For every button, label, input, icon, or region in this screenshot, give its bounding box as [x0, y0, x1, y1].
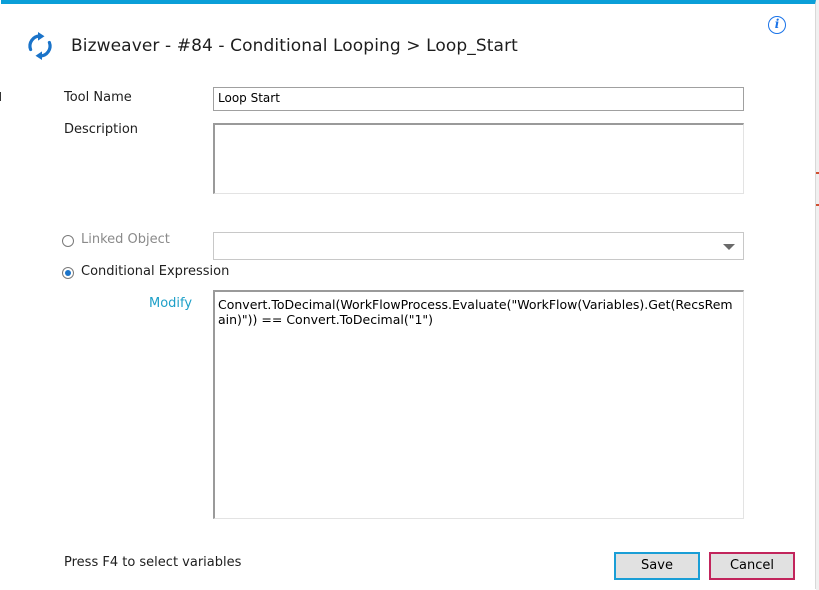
conditional-expression-label: Conditional Expression	[81, 264, 230, 279]
tool-name-label: Tool Name	[64, 90, 132, 105]
modify-link[interactable]: Modify	[149, 296, 192, 311]
info-icon[interactable]: i	[768, 16, 786, 34]
cancel-button[interactable]: Cancel	[709, 552, 795, 580]
expression-textarea[interactable]: Convert.ToDecimal(WorkFlowProcess.Evalua…	[213, 290, 744, 519]
description-textarea[interactable]	[213, 123, 744, 194]
tool-name-input[interactable]: Loop Start	[213, 87, 744, 111]
linked-object-label: Linked Object	[81, 232, 170, 247]
description-label: Description	[64, 122, 139, 137]
linked-object-dropdown[interactable]	[213, 232, 744, 260]
save-button[interactable]: Save	[614, 552, 700, 580]
dialog-title: Bizweaver - #84 - Conditional Looping > …	[71, 36, 518, 56]
chevron-down-icon	[723, 244, 735, 250]
linked-object-radio[interactable]	[62, 235, 74, 247]
f4-hint-text: Press F4 to select variables	[64, 555, 242, 570]
conditional-expression-radio[interactable]	[62, 267, 74, 279]
refresh-arrows-icon	[28, 32, 52, 60]
title-bar: Bizweaver - #84 - Conditional Looping > …	[25, 28, 518, 64]
dialog-window: Bizweaver - #84 - Conditional Looping > …	[1, 0, 816, 589]
